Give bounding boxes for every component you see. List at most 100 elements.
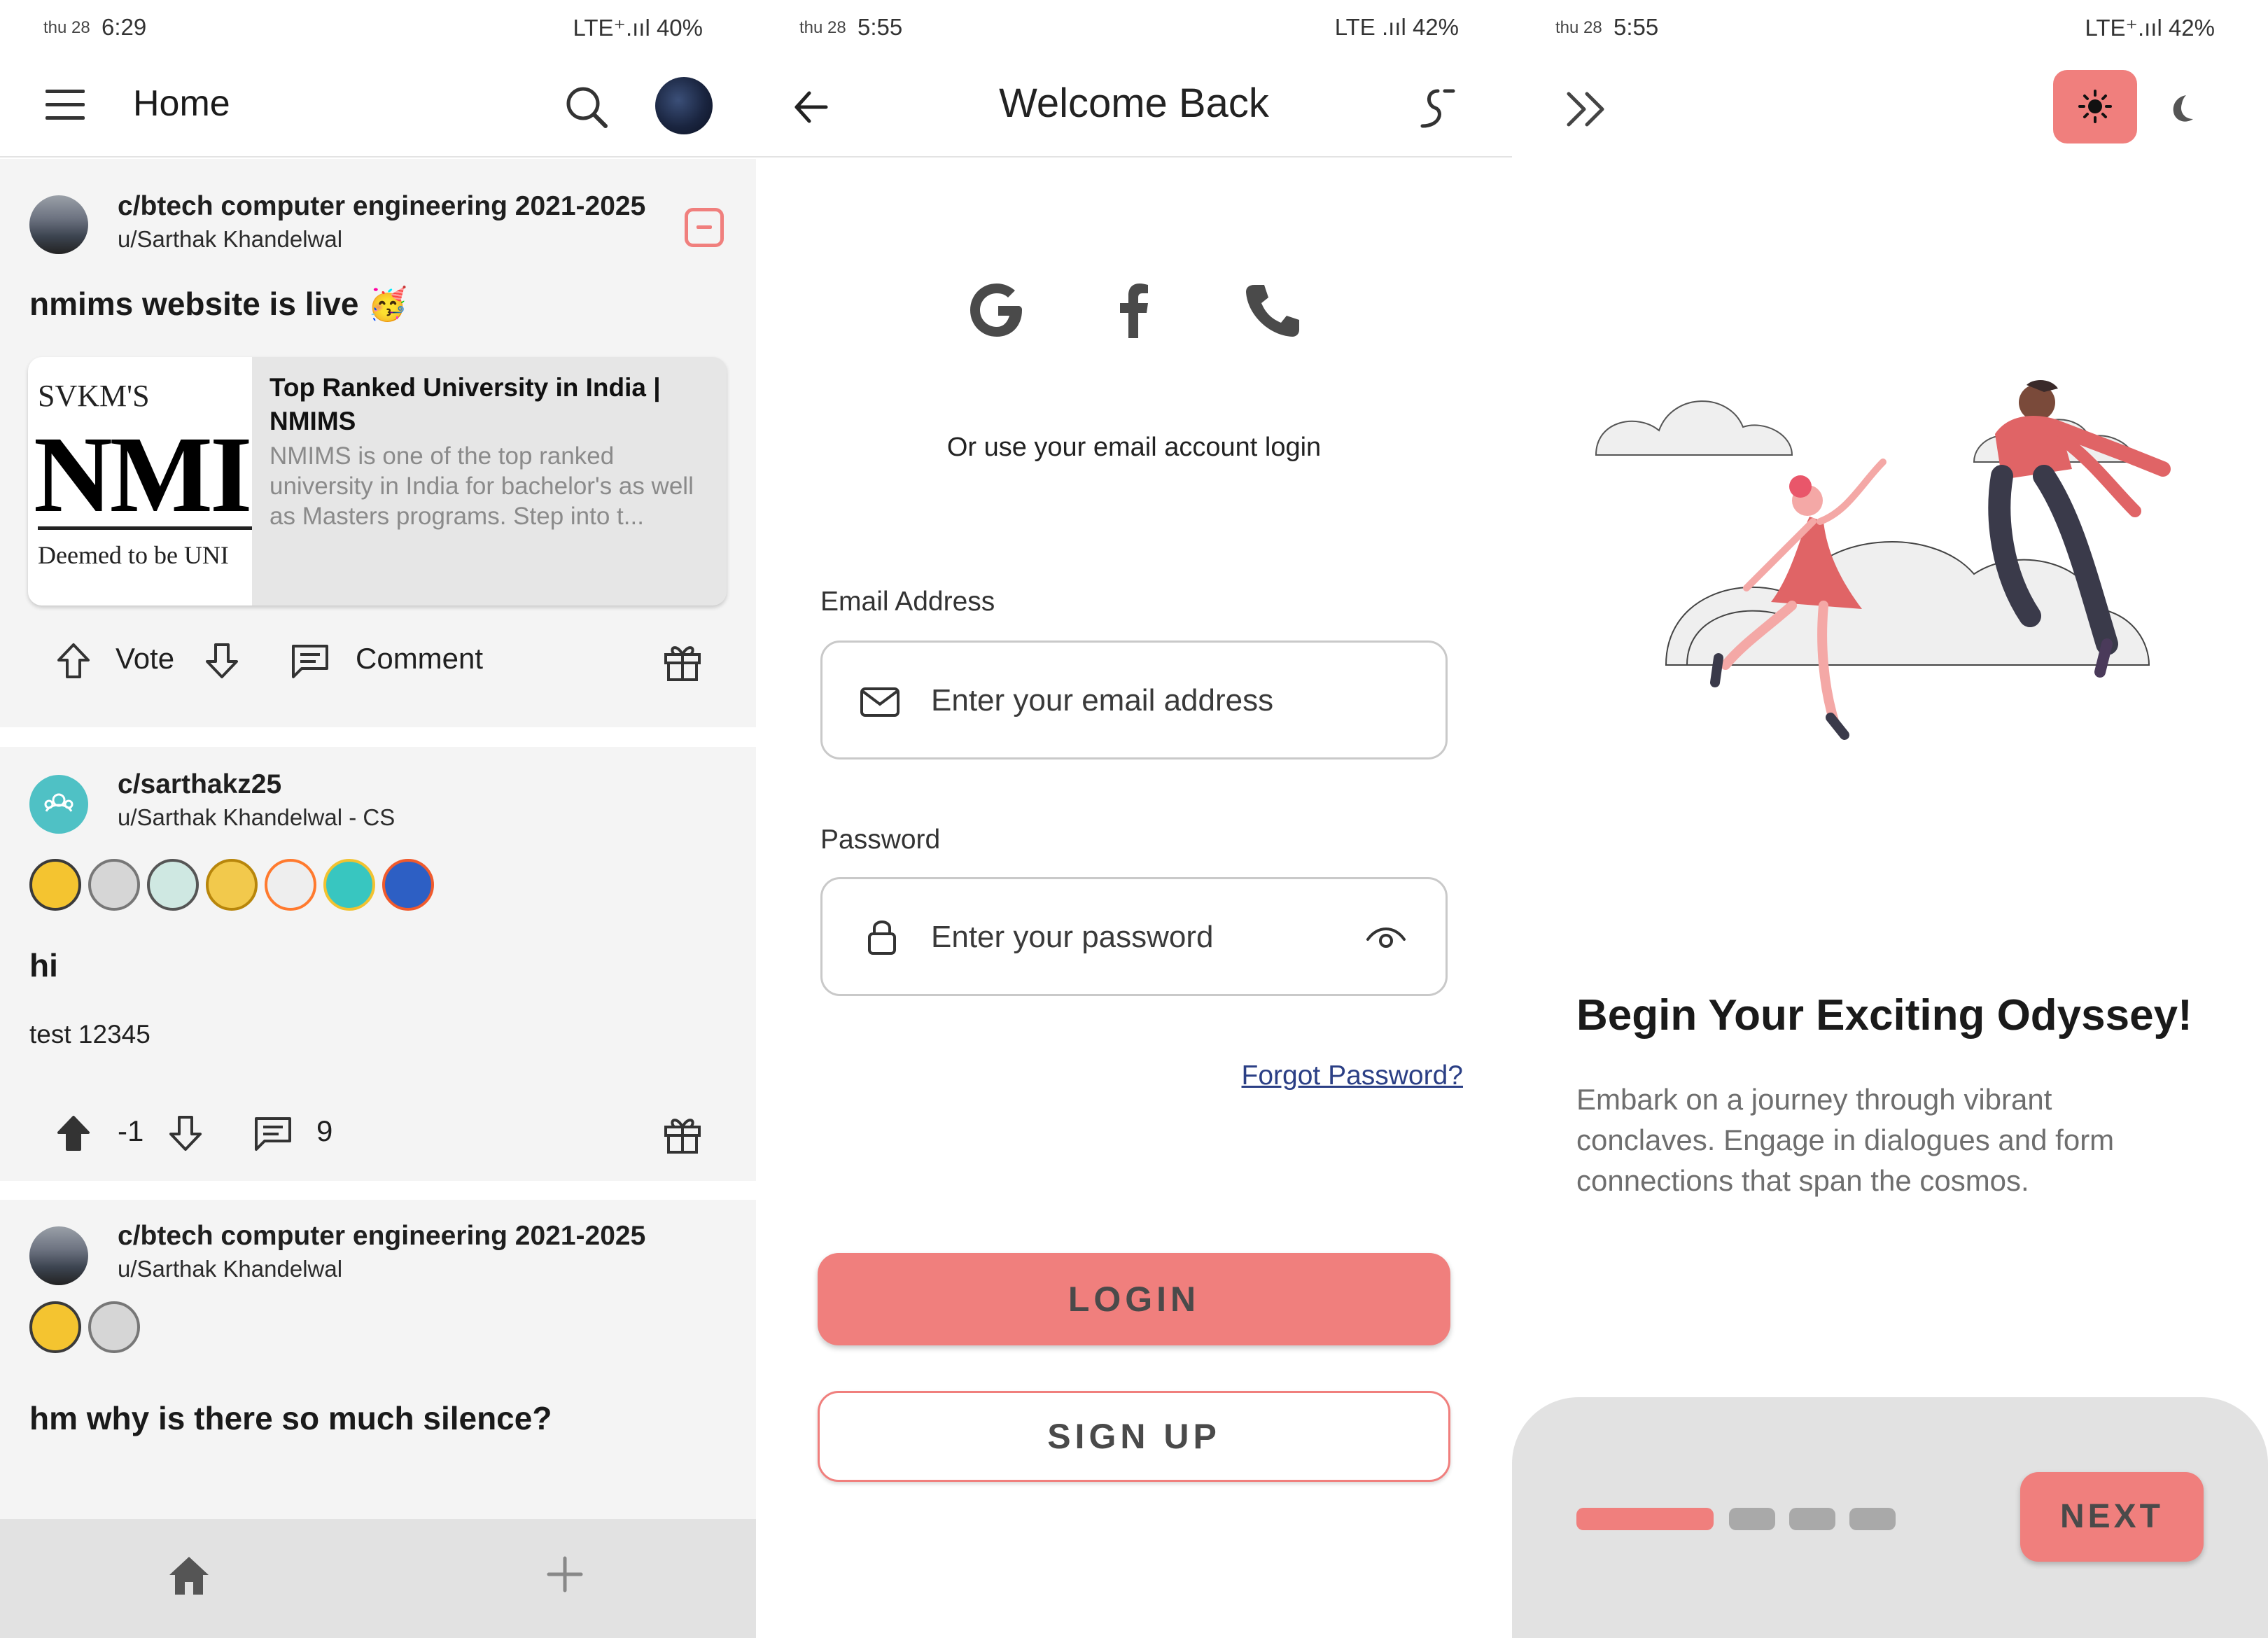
status-day: thu 28 — [43, 18, 90, 37]
post-card[interactable]: c/sarthakz25 u/Sarthak Khandelwal - CS h… — [0, 747, 756, 1181]
thumb-top-text: SVKM'S — [38, 379, 150, 413]
status-bar: thu 28 6:29 LTE⁺.ııl 40% — [0, 0, 756, 56]
next-button[interactable]: NEXT — [2020, 1472, 2204, 1562]
home-header: Home — [0, 56, 756, 158]
post-card[interactable]: c/btech computer engineering 2021-2025 u… — [0, 1200, 756, 1519]
post-title: hm why is there so much silence? — [29, 1400, 552, 1436]
community-avatar[interactable] — [29, 775, 88, 834]
trophy-award-icon[interactable] — [206, 859, 258, 911]
status-bar: thu 28 5:55 LTE .ııl 42% — [756, 0, 1512, 56]
onboarding-footer: NEXT — [1512, 1397, 2268, 1638]
post-actions: -1 9 — [0, 1100, 756, 1163]
star-award-icon[interactable] — [29, 1301, 81, 1353]
light-mode-toggle[interactable] — [2053, 70, 2137, 144]
community-name[interactable]: c/btech computer engineering 2021-2025 — [118, 191, 645, 222]
page-indicator-dot[interactable] — [1789, 1508, 1835, 1530]
page-indicator-dot[interactable] — [1729, 1508, 1775, 1530]
add-post-icon[interactable] — [546, 1555, 584, 1593]
page-indicator-dot[interactable] — [1576, 1508, 1714, 1530]
status-network: LTE .ııl 42% — [1334, 14, 1459, 40]
community-avatar[interactable] — [29, 195, 88, 254]
post-author[interactable]: u/Sarthak Khandelwal - CS — [118, 804, 395, 831]
moon-icon[interactable] — [2165, 91, 2200, 126]
onboarding-description: Embark on a journey through vibrant conc… — [1576, 1083, 2115, 1197]
login-screen: thu 28 5:55 LTE .ııl 42% Welcome Back Or… — [756, 0, 1512, 1638]
star-award-icon[interactable] — [29, 859, 81, 911]
page-title: Welcome Back — [999, 80, 1269, 126]
downvote-icon[interactable] — [203, 642, 241, 680]
comment-icon[interactable] — [290, 643, 330, 680]
vote-label: Vote — [115, 642, 175, 675]
signup-button[interactable]: SIGN UP — [818, 1391, 1450, 1482]
gift-icon[interactable] — [662, 1113, 704, 1155]
home-screen: thu 28 6:29 LTE⁺.ııl 40% Home c/btech co… — [0, 0, 756, 1638]
password-field[interactable] — [820, 877, 1448, 996]
link-thumbnail: SVKM'S NMI Deemed to be UNI — [28, 357, 252, 606]
post-title: hi — [29, 947, 58, 983]
lock-icon — [868, 920, 896, 955]
downvote-icon[interactable] — [167, 1114, 204, 1152]
dancing-couple-illustration — [1595, 380, 2171, 740]
vote-score: -1 — [118, 1114, 144, 1147]
home-icon[interactable] — [168, 1554, 210, 1597]
email-input[interactable] — [931, 671, 1379, 731]
email-field[interactable] — [820, 640, 1448, 760]
onboarding-screen: thu 28 5:55 LTE⁺.ııl 42% Begin Your Exci… — [1512, 0, 2268, 1638]
thumb-divider — [38, 526, 252, 530]
rocket-like-award-icon[interactable] — [265, 859, 316, 911]
status-time: 5:55 — [858, 14, 903, 40]
post-actions: Vote Comment — [0, 628, 756, 691]
comment-count[interactable]: 9 — [316, 1114, 332, 1148]
status-day: thu 28 — [799, 18, 846, 37]
password-input[interactable] — [931, 907, 1379, 967]
login-button[interactable]: LOGIN — [818, 1253, 1450, 1345]
post-author[interactable]: u/Sarthak Khandelwal — [118, 1256, 342, 1282]
password-label: Password — [820, 825, 941, 855]
post-body: test 12345 — [29, 1020, 150, 1049]
email-label: Email Address — [820, 587, 995, 617]
show-password-icon[interactable] — [1365, 920, 1407, 955]
bottom-navigation — [0, 1519, 756, 1638]
translate-icon[interactable] — [1413, 84, 1456, 133]
handshake-award-icon[interactable] — [88, 859, 140, 911]
google-icon[interactable] — [965, 276, 1032, 344]
community-avatar[interactable] — [29, 1226, 88, 1285]
status-time: 5:55 — [1614, 14, 1659, 40]
post-feed[interactable]: c/btech computer engineering 2021-2025 u… — [0, 159, 756, 1519]
comment-label[interactable]: Comment — [356, 642, 483, 676]
upvote-icon[interactable] — [55, 642, 92, 680]
post-card[interactable]: c/btech computer engineering 2021-2025 u… — [0, 159, 756, 727]
onboarding-title: Begin Your Exciting Odyssey! — [1576, 991, 2192, 1040]
forgot-password-link[interactable]: Forgot Password? — [1242, 1060, 1463, 1091]
helpful-award-icon[interactable] — [147, 859, 199, 911]
status-network: LTE⁺.ııl 42% — [2085, 15, 2215, 41]
status-network: LTE⁺.ııl 40% — [573, 15, 703, 41]
search-icon[interactable] — [564, 84, 610, 130]
page-indicator-dot[interactable] — [1849, 1508, 1896, 1530]
status-time: 6:29 — [102, 14, 147, 40]
link-description: NMIMS is one of the top ranked universit… — [270, 442, 694, 530]
handshake-award-icon[interactable] — [88, 1301, 140, 1353]
post-title: nmims website is live 🥳 — [29, 286, 408, 322]
facebook-icon[interactable] — [1100, 276, 1168, 344]
link-title: Top Ranked University in India | NMIMS — [270, 373, 661, 435]
profile-avatar[interactable] — [655, 77, 713, 134]
upvote-filled-icon[interactable] — [55, 1114, 92, 1152]
thumb-bottom-text: Deemed to be UNI — [38, 541, 229, 569]
phone-icon[interactable] — [1238, 276, 1305, 344]
comment-icon[interactable] — [253, 1116, 293, 1152]
collapse-icon[interactable] — [685, 208, 724, 247]
number-one-award-icon[interactable] — [382, 859, 434, 911]
post-author[interactable]: u/Sarthak Khandelwal — [118, 226, 342, 253]
gift-icon[interactable] — [662, 640, 704, 682]
alt-login-text: Or use your email account login — [946, 433, 1322, 462]
crown-award-icon[interactable] — [323, 859, 375, 911]
page-title: Home — [133, 83, 230, 124]
link-preview-card[interactable]: SVKM'S NMI Deemed to be UNI Top Ranked U… — [28, 357, 727, 606]
community-name[interactable]: c/btech computer engineering 2021-2025 — [118, 1221, 645, 1252]
skip-chevrons-icon[interactable] — [1564, 90, 1611, 129]
menu-icon[interactable] — [46, 90, 85, 120]
status-bar: thu 28 5:55 LTE⁺.ııl 42% — [1512, 0, 2268, 56]
community-name[interactable]: c/sarthakz25 — [118, 769, 281, 800]
login-header: Welcome Back — [756, 56, 1512, 158]
